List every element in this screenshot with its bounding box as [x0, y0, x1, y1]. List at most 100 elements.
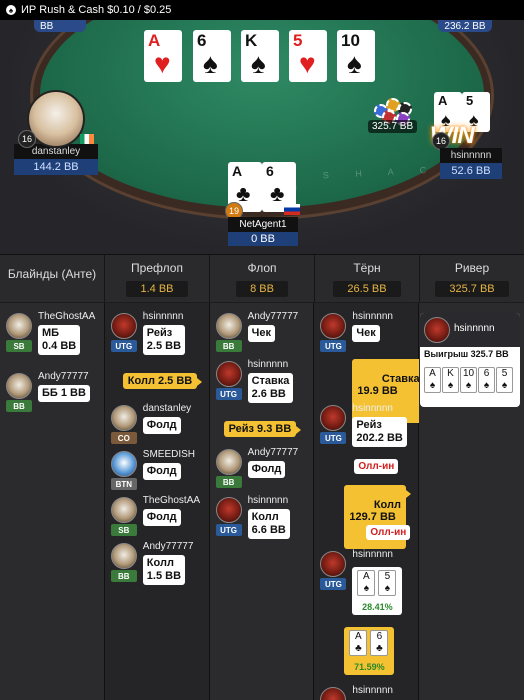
player-name: danstanley	[142, 403, 192, 414]
player-avatar	[215, 313, 242, 339]
board-card-3: K ♠	[241, 30, 279, 82]
column-blinds: SB TheGhostAA МБ 0.4 BB BB Andy77777 ББ …	[0, 303, 105, 700]
winning-card: 10 ♠	[460, 367, 477, 393]
hand-equity-box: A ♣ 6 ♣ 71.59%	[344, 627, 395, 675]
winner-name: hsinnnnn	[454, 323, 495, 334]
action-label: Чек	[247, 325, 275, 342]
player-name: hsinnnnn	[247, 495, 289, 506]
action-label: Колл 1.5 BB	[142, 555, 186, 585]
position-badge: BB	[110, 570, 137, 582]
position-badge: BB	[215, 340, 242, 352]
action-item: UTG hsinnnnn Чек	[320, 311, 418, 361]
player-name: hsinnnnn	[352, 549, 393, 560]
poker-table: U S H A C A S H 407.2 BB 236.2 BB A ♥ 6 …	[0, 20, 524, 254]
player-name: Andy77777	[247, 447, 299, 458]
player-avatar	[215, 449, 242, 475]
column-turn: UTG hsinnnnn Чек Ставка 19.9 BB UTG hsin…	[314, 303, 430, 700]
allin-label: Олл-ин	[366, 525, 411, 540]
title-bar: ♠ ИР Rush & Cash $0.10 / $0.25	[0, 0, 524, 20]
board-card-5: 10 ♠	[337, 30, 375, 82]
action-label: Рейз 2.5 BB	[142, 325, 186, 355]
action-label: ББ 1 BB	[38, 385, 90, 402]
player-avatar	[320, 405, 347, 431]
position-badge: BTN	[110, 478, 137, 490]
winning-card: A ♠	[424, 367, 441, 393]
title-text: ИР Rush & Cash $0.10 / $0.25	[21, 4, 172, 16]
player-avatar	[6, 373, 32, 399]
hand-card: A ♠	[357, 570, 376, 596]
pot-amount: 325.7 BB	[368, 120, 418, 133]
player-hsinnnnn-stack: 52.6 BB	[440, 163, 502, 179]
player-avatar	[110, 405, 137, 431]
action-item: UTG hsinnnnn Рейз 202.2 BB	[320, 403, 418, 453]
hand-card: A ♣	[349, 630, 368, 656]
player-name: hsinnnnn	[247, 359, 289, 370]
street-preflop[interactable]: Префлоп 1.4 BB	[105, 255, 210, 302]
allin-label: Олл-ин	[354, 459, 399, 474]
action-item: BTN SMEEDISH Фолд	[110, 449, 209, 499]
player-avatar	[424, 317, 450, 343]
player-seat-danstanley[interactable]: 16 danstanley 144.2 BB	[14, 90, 98, 175]
position-badge: CO	[110, 432, 137, 444]
player-name: hsinnnnn	[352, 403, 393, 414]
player-avatar	[110, 497, 137, 523]
street-flop[interactable]: Флоп 8 BB	[210, 255, 315, 302]
player-avatar	[110, 543, 137, 569]
top-right-stack: 236.2 BB	[438, 20, 492, 32]
player-stack: 144.2 BB	[14, 159, 98, 175]
hero-name: NetAgent1	[228, 217, 298, 232]
position-badge: UTG	[215, 524, 242, 536]
street-blinds[interactable]: Блайнды (Анте)	[0, 255, 105, 302]
hand-card: 5 ♠	[378, 570, 397, 596]
top-left-stack: 407.2 BB	[34, 20, 86, 32]
action-label: Фолд	[142, 463, 181, 480]
winning-card: 5 ♠	[496, 367, 513, 393]
action-item: SB TheGhostAA Фолд	[110, 495, 209, 545]
action-label: Чек	[352, 325, 380, 342]
board-card-4: 5 ♥	[289, 30, 327, 82]
street-river[interactable]: Ривер 325.7 BB	[420, 255, 524, 302]
call-action-label: Колл 2.5 BB	[122, 373, 203, 389]
raise-action-label: Рейз 9.3 BB	[223, 421, 302, 437]
action-label: Рейз 202.2 BB	[352, 417, 407, 447]
hand-equity-box: A ♠ 5 ♠ 28.41%	[352, 567, 403, 615]
hand-card: 6 ♣	[370, 630, 389, 656]
action-item: hsinnnnn	[320, 685, 418, 700]
level-badge: 16	[18, 130, 36, 148]
board-card-1: A ♥	[144, 30, 182, 82]
action-item: BB Andy77777 Колл 1.5 BB	[110, 541, 209, 591]
player-hsinnnnn-name: hsinnnnn	[440, 148, 502, 163]
action-item: BB Andy77777 Чек	[215, 311, 314, 361]
winning-card: 6 ♠	[478, 367, 495, 393]
player-avatar	[320, 551, 347, 577]
player-avatar	[215, 497, 242, 523]
column-preflop: UTG hsinnnnn Рейз 2.5 BB Колл 2.5 BB CO …	[104, 303, 210, 700]
player-name: Andy77777	[142, 541, 194, 552]
player-name: Andy77777	[38, 371, 89, 382]
app-icon: ♠	[6, 5, 16, 15]
action-item: UTG hsinnnnn Колл 6.6 BB	[215, 495, 314, 545]
player-name: hsinnnnn	[352, 685, 393, 696]
street-headers: Блайнды (Анте) Префлоп 1.4 BB Флоп 8 BB …	[0, 254, 524, 302]
action-item: BB Andy77777 Фолд	[215, 447, 314, 497]
position-badge: SB	[6, 340, 32, 352]
player-name: Andy77777	[247, 311, 299, 322]
poker-hand-replay: ♠ ИР Rush & Cash $0.10 / $0.25 U S H A C…	[0, 0, 524, 700]
player-name: SMEEDISH	[142, 449, 196, 460]
position-badge: UTG	[215, 388, 242, 400]
equity-percent: 71.59%	[354, 662, 385, 672]
player-avatar	[110, 313, 137, 339]
player-avatar	[320, 313, 347, 339]
equity-percent: 28.41%	[362, 602, 393, 612]
win-amount: Выигрыш 325.7 BB	[424, 349, 509, 359]
position-badge: BB	[215, 476, 242, 488]
column-flop: BB Andy77777 Чек UTG hsinnnnn Ставка 2.6…	[209, 303, 315, 700]
player-name: hsinnnnn	[352, 311, 393, 322]
position-badge: UTG	[320, 578, 347, 590]
player-name: TheGhostAA	[38, 311, 96, 322]
action-label: Фолд	[247, 461, 286, 478]
position-badge: UTG	[320, 340, 347, 352]
street-turn[interactable]: Тёрн 26.5 BB	[315, 255, 420, 302]
action-label: Фолд	[142, 509, 181, 526]
board-card-2: 6 ♠	[193, 30, 231, 82]
